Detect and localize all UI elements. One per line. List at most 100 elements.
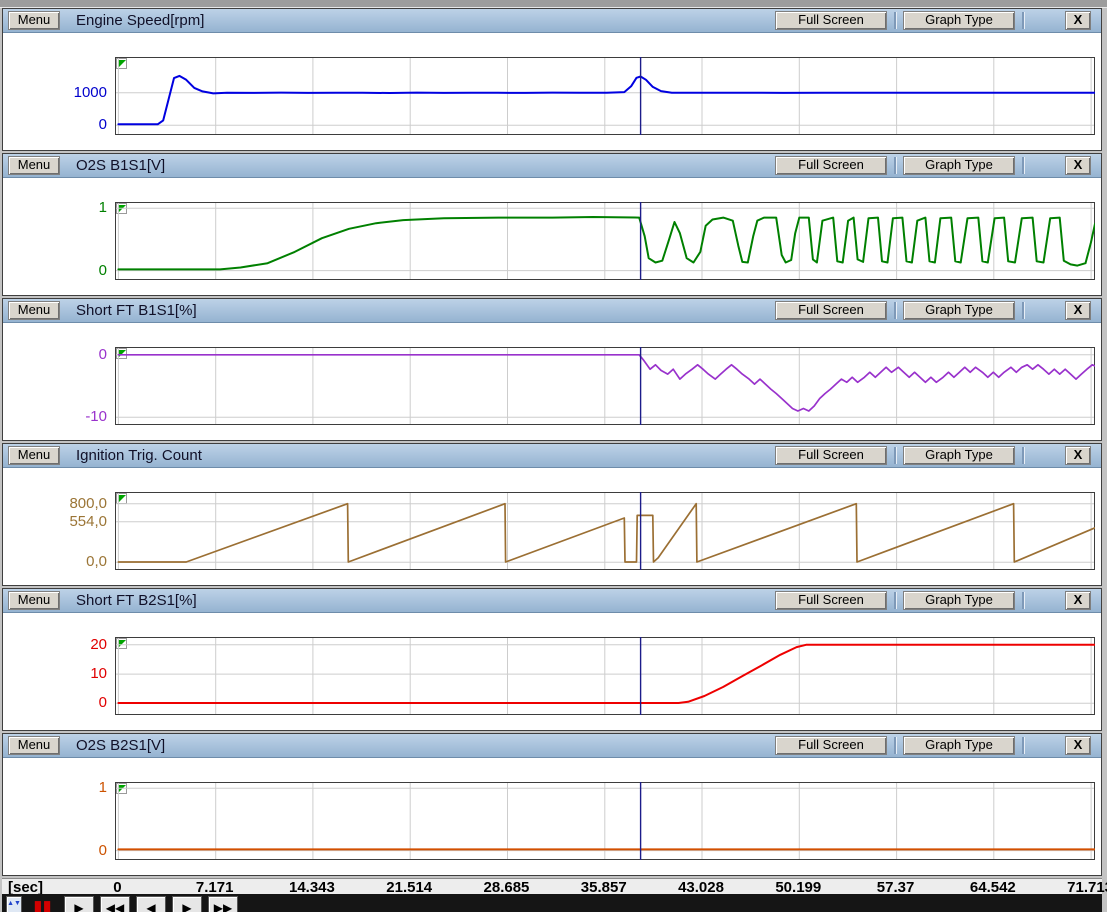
plot-area[interactable] <box>115 637 1095 715</box>
graph-body: 10 <box>3 178 1101 295</box>
graph-type-button[interactable]: Graph Type <box>903 156 1015 175</box>
titlebar-actions: Full Screen Graph Type X <box>775 736 1091 755</box>
y-axis-label: 0 <box>15 842 107 859</box>
panel-titlebar: Menu Short FT B1S1[%] Full Screen Graph … <box>3 299 1101 323</box>
y-axis-label: 0 <box>15 262 107 279</box>
titlebar-actions: Full Screen Graph Type X <box>775 301 1091 320</box>
titlebar-divider <box>894 447 896 464</box>
titlebar-divider <box>1022 157 1024 174</box>
titlebar-spacer <box>1031 455 1065 456</box>
panel-title: Ignition Trig. Count <box>76 447 202 464</box>
panel-titlebar: Menu O2S B2S1[V] Full Screen Graph Type … <box>3 734 1101 758</box>
plot-area[interactable] <box>115 202 1095 280</box>
menu-button[interactable]: Menu <box>8 591 60 610</box>
panel-title: Short FT B1S1[%] <box>76 302 197 319</box>
titlebar-actions: Full Screen Graph Type X <box>775 156 1091 175</box>
plot-area[interactable] <box>115 57 1095 135</box>
menu-button[interactable]: Menu <box>8 156 60 175</box>
graph-type-button[interactable]: Graph Type <box>903 11 1015 30</box>
full-screen-button[interactable]: Full Screen <box>775 446 887 465</box>
graph-panel-short-ft-b1s1: Menu Short FT B1S1[%] Full Screen Graph … <box>2 298 1102 441</box>
y-axis-label: 800,0 <box>15 495 107 512</box>
graph-panel-o2s-b1s1: Menu O2S B1S1[V] Full Screen Graph Type … <box>2 153 1102 296</box>
time-axis: [sec] 07.17114.34321.51428.68535.85743.0… <box>2 878 1102 894</box>
full-screen-button[interactable]: Full Screen <box>775 591 887 610</box>
graph-body: 800,0554,0 0,0 <box>3 468 1101 585</box>
y-axis-label: 0 <box>15 346 107 363</box>
menu-button[interactable]: Menu <box>8 446 60 465</box>
y-axis-label: 1 <box>15 199 107 216</box>
titlebar-divider <box>1022 447 1024 464</box>
panel-titlebar: Menu Ignition Trig. Count Full Screen Gr… <box>3 444 1101 468</box>
graph-type-button[interactable]: Graph Type <box>903 301 1015 320</box>
titlebar-divider <box>1022 302 1024 319</box>
trace-short-ft-b1s1 <box>118 355 1095 411</box>
trace-engine-speed <box>118 76 1095 124</box>
graph-type-button[interactable]: Graph Type <box>903 446 1015 465</box>
y-axis-label: 20 <box>15 636 107 653</box>
skip-start-button[interactable]: ◀◀ <box>100 896 130 912</box>
titlebar-divider <box>1022 12 1024 29</box>
close-button[interactable]: X <box>1065 446 1091 465</box>
close-button[interactable]: X <box>1065 156 1091 175</box>
plot-area[interactable] <box>115 347 1095 425</box>
menu-button[interactable]: Menu <box>8 301 60 320</box>
y-axis-label: -10 <box>15 408 107 425</box>
graph-panel-stack: Menu Engine Speed[rpm] Full Screen Graph… <box>0 8 1107 876</box>
panel-title: Engine Speed[rpm] <box>76 12 204 29</box>
titlebar-actions: Full Screen Graph Type X <box>775 591 1091 610</box>
titlebar-divider <box>1022 592 1024 609</box>
skip-end-button[interactable]: ▶▶ <box>208 896 238 912</box>
play-button[interactable]: ▶ <box>64 896 94 912</box>
graph-body: 1000 0 <box>3 33 1101 150</box>
y-axis-label: 1 <box>15 779 107 796</box>
panel-title: O2S B2S1[V] <box>76 737 165 754</box>
window-top-strip <box>0 0 1107 8</box>
graph-body: 0 -10 <box>3 323 1101 440</box>
y-axis-label: 0 <box>15 694 107 711</box>
full-screen-button[interactable]: Full Screen <box>775 301 887 320</box>
titlebar-actions: Full Screen Graph Type X <box>775 11 1091 30</box>
close-button[interactable]: X <box>1065 11 1091 30</box>
menu-button[interactable]: Menu <box>8 736 60 755</box>
titlebar-actions: Full Screen Graph Type X <box>775 446 1091 465</box>
trace-o2s-b1s1 <box>118 217 1095 269</box>
step-forward-button[interactable]: ▶ <box>172 896 202 912</box>
y-axis-label: 0,0 <box>15 553 107 570</box>
y-axis-label: 554,0 <box>15 513 107 530</box>
titlebar-spacer <box>1031 165 1065 166</box>
plot-area[interactable] <box>115 492 1095 570</box>
close-button[interactable]: X <box>1065 301 1091 320</box>
graph-body: 20 10 0 <box>3 613 1101 730</box>
panel-title: O2S B1S1[V] <box>76 157 165 174</box>
panel-title: Short FT B2S1[%] <box>76 592 197 609</box>
scroll-spinner[interactable]: ▲▼ <box>6 896 22 912</box>
playback-toolbar: ▲▼▮▮▶◀◀◀▶▶▶ <box>2 894 1102 912</box>
full-screen-button[interactable]: Full Screen <box>775 11 887 30</box>
graph-panel-engine-speed: Menu Engine Speed[rpm] Full Screen Graph… <box>2 8 1102 151</box>
titlebar-divider <box>894 157 896 174</box>
plot-area[interactable] <box>115 782 1095 860</box>
panel-titlebar: Menu O2S B1S1[V] Full Screen Graph Type … <box>3 154 1101 178</box>
graph-type-button[interactable]: Graph Type <box>903 591 1015 610</box>
titlebar-divider <box>1022 737 1024 754</box>
graph-type-button[interactable]: Graph Type <box>903 736 1015 755</box>
panel-titlebar: Menu Short FT B2S1[%] Full Screen Graph … <box>3 589 1101 613</box>
full-screen-button[interactable]: Full Screen <box>775 156 887 175</box>
close-button[interactable]: X <box>1065 591 1091 610</box>
y-axis-label: 0 <box>15 116 107 133</box>
app-window: Menu Engine Speed[rpm] Full Screen Graph… <box>0 0 1107 912</box>
menu-button[interactable]: Menu <box>8 11 60 30</box>
y-axis-label: 10 <box>15 665 107 682</box>
full-screen-button[interactable]: Full Screen <box>775 736 887 755</box>
step-back-button[interactable]: ◀ <box>136 896 166 912</box>
titlebar-divider <box>894 737 896 754</box>
titlebar-divider <box>894 592 896 609</box>
close-button[interactable]: X <box>1065 736 1091 755</box>
y-axis-label: 1000 <box>15 84 107 101</box>
graph-panel-o2s-b2s1: Menu O2S B2S1[V] Full Screen Graph Type … <box>2 733 1102 876</box>
graph-body: 10 <box>3 758 1101 875</box>
panel-titlebar: Menu Engine Speed[rpm] Full Screen Graph… <box>3 9 1101 33</box>
pause-button[interactable]: ▮▮ <box>28 896 58 912</box>
titlebar-spacer <box>1031 310 1065 311</box>
